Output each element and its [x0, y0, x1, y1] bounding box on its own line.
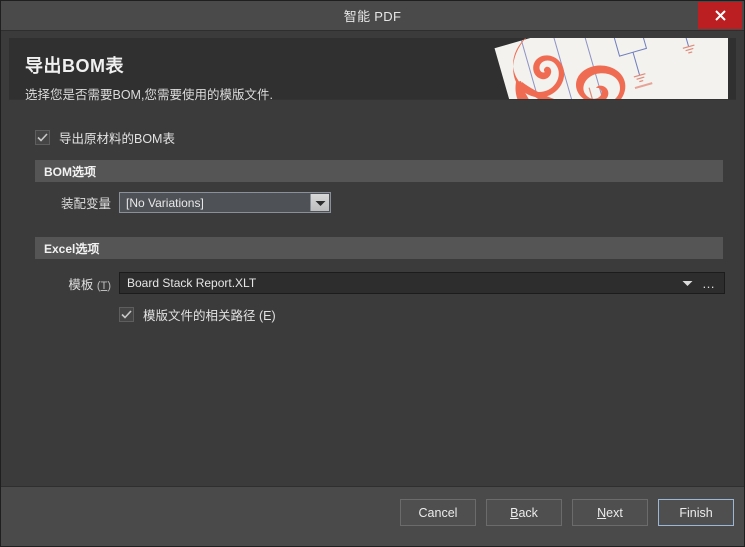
section-header-bom: BOM选项	[35, 160, 723, 182]
back-button-label: ack	[518, 505, 538, 520]
template-label: 模板 (T)	[35, 274, 111, 293]
chevron-down-icon	[682, 274, 693, 292]
finish-button[interactable]: Finish	[658, 499, 734, 526]
template-browse-button[interactable]: …	[698, 273, 720, 293]
close-icon	[714, 10, 726, 21]
assembly-variant-value: [No Variations]	[126, 195, 204, 210]
template-label-text: 模板	[68, 277, 94, 292]
cancel-button-label: Cancel	[418, 505, 458, 520]
footer-button-group: Cancel Back Next Finish	[400, 499, 734, 526]
export-bom-checkbox-row[interactable]: 导出原材料的BOM表	[35, 128, 175, 147]
title-bar: 智能 PDF	[1, 1, 744, 31]
export-bom-label: 导出原材料的BOM表	[59, 132, 175, 146]
check-icon	[37, 133, 48, 142]
template-dropdown-button[interactable]	[678, 273, 696, 293]
relative-path-mnemonic: (E)	[259, 309, 276, 323]
back-button-mnemonic: B	[510, 505, 519, 520]
chevron-down-icon	[315, 194, 326, 212]
assembly-variant-select[interactable]: [No Variations]	[119, 192, 331, 213]
relative-path-label: 模版文件的相关路径 (E)	[143, 305, 276, 324]
page-title: 导出BOM表	[25, 56, 124, 76]
next-button-label: ext	[606, 505, 623, 520]
close-button[interactable]	[698, 2, 742, 29]
assembly-variant-dropdown-button[interactable]	[310, 194, 329, 211]
relative-path-checkbox-row[interactable]: 模版文件的相关路径 (E)	[119, 305, 276, 324]
dialog-content: 导出原材料的BOM表 BOM选项 装配变量 [No Variations] Ex…	[9, 99, 736, 486]
back-button[interactable]: Back	[486, 499, 562, 526]
relative-path-checkbox[interactable]	[119, 307, 134, 322]
dialog-footer: Cancel Back Next Finish	[1, 486, 744, 546]
assembly-variant-label: 装配变量	[60, 197, 111, 211]
relative-path-label-text: 模版文件的相关路径	[143, 309, 256, 323]
template-row: 模板 (T) Board Stack Report.XLT …	[35, 272, 725, 294]
banner-text: 导出BOM表 选择您是否需要BOM,您需要使用的模版文件.	[25, 52, 273, 103]
assembly-variant-row: 装配变量 [No Variations]	[35, 192, 725, 213]
template-value: Board Stack Report.XLT	[127, 276, 257, 290]
check-icon	[121, 310, 132, 319]
smart-pdf-dialog: 智能 PDF 导出BOM表 选择您是否需要BOM,您需要使用的模版文件. 导出原…	[0, 0, 745, 547]
template-input[interactable]: Board Stack Report.XLT …	[119, 272, 725, 294]
section-header-bom-label: BOM选项	[44, 164, 96, 179]
window-title: 智能 PDF	[343, 9, 402, 24]
template-mnemonic: (T)	[96, 279, 111, 292]
next-button-mnemonic: N	[597, 505, 607, 520]
page-subtitle: 选择您是否需要BOM,您需要使用的模版文件.	[25, 88, 273, 102]
section-header-excel: Excel选项	[35, 237, 723, 259]
export-bom-checkbox[interactable]	[35, 130, 50, 145]
cancel-button[interactable]: Cancel	[400, 499, 476, 526]
section-header-excel-label: Excel选项	[44, 241, 100, 256]
next-button[interactable]: Next	[572, 499, 648, 526]
finish-button-label: Finish	[679, 505, 713, 520]
